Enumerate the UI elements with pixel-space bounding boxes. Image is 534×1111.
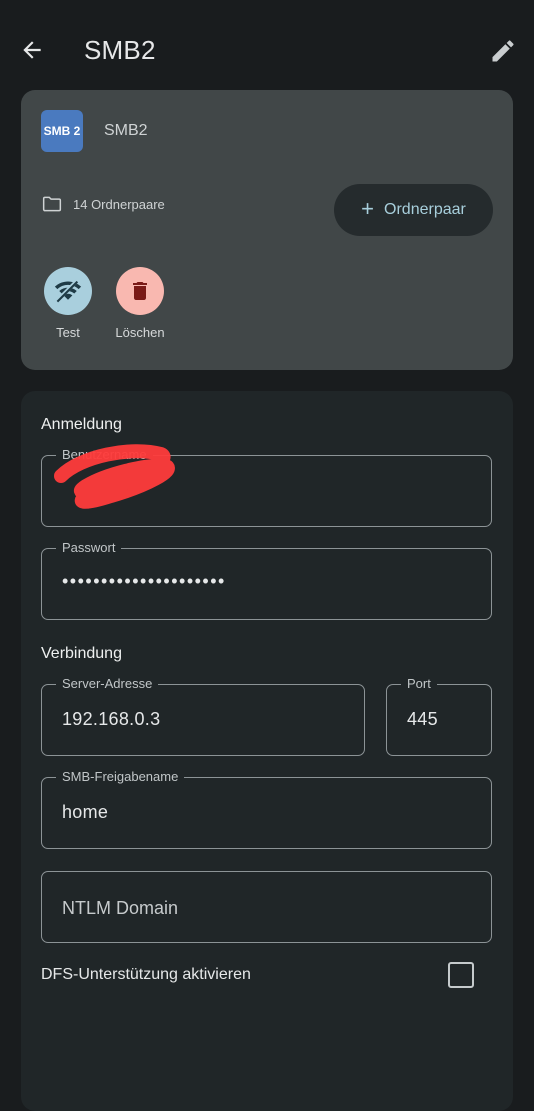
pencil-icon <box>492 40 514 62</box>
share-name-value: home <box>62 802 109 822</box>
password-label: Passwort <box>56 540 122 556</box>
delete-connection-button[interactable]: Löschen <box>110 267 170 340</box>
test-connection-button[interactable]: Test <box>38 267 98 340</box>
server-address-field[interactable]: Server-Adresse 192.168.0.3 <box>41 676 365 756</box>
share-name-field[interactable]: SMB-Freigabename home <box>41 769 492 849</box>
test-label: Test <box>56 325 80 340</box>
edit-button[interactable] <box>488 36 518 66</box>
trash-icon <box>133 282 147 300</box>
password-value: ••••••••••••••••••••• <box>62 571 226 591</box>
connection-section-title: Verbindung <box>41 645 122 662</box>
add-folder-pair-label: Ordnerpaar <box>384 201 466 218</box>
back-button[interactable] <box>16 34 48 66</box>
top-app-bar: SMB2 <box>0 0 534 100</box>
connection-settings-card: Anmeldung Benutzername Passwort ••••••••… <box>21 391 513 1111</box>
protocol-badge: SMB 2 <box>41 110 83 152</box>
dfs-support-label: DFS-Unterstützung aktivieren <box>41 966 251 983</box>
server-address-label: Server-Adresse <box>56 676 159 692</box>
dfs-support-checkbox[interactable] <box>448 962 474 988</box>
port-value: 445 <box>407 709 438 729</box>
connection-name: SMB2 <box>104 122 148 139</box>
delete-icon-circle <box>116 267 164 315</box>
arrow-left-icon <box>23 41 41 59</box>
share-name-label: SMB-Freigabename <box>56 769 185 785</box>
connection-summary-card: SMB 2 SMB2 14 Ordnerpaare + Ordnerpaar T… <box>21 90 513 370</box>
port-label: Port <box>401 676 437 692</box>
wifi-icon <box>54 279 82 303</box>
folder-icon <box>42 196 62 212</box>
password-field[interactable]: Passwort ••••••••••••••••••••• <box>41 540 492 620</box>
server-address-value: 192.168.0.3 <box>62 709 161 729</box>
redaction-scribble <box>54 444 175 509</box>
login-section-title: Anmeldung <box>41 416 122 433</box>
delete-label: Löschen <box>115 325 165 340</box>
ntlm-domain-placeholder: NTLM Domain <box>62 898 179 918</box>
add-folder-pair-button[interactable]: + Ordnerpaar <box>334 184 493 236</box>
folder-pair-count: 14 Ordnerpaare <box>73 197 165 212</box>
port-field[interactable]: Port 445 <box>386 676 492 756</box>
page-title: SMB2 <box>84 35 156 65</box>
ntlm-domain-field[interactable]: NTLM Domain <box>41 871 492 943</box>
test-icon-circle <box>44 267 92 315</box>
plus-icon: + <box>361 196 375 221</box>
